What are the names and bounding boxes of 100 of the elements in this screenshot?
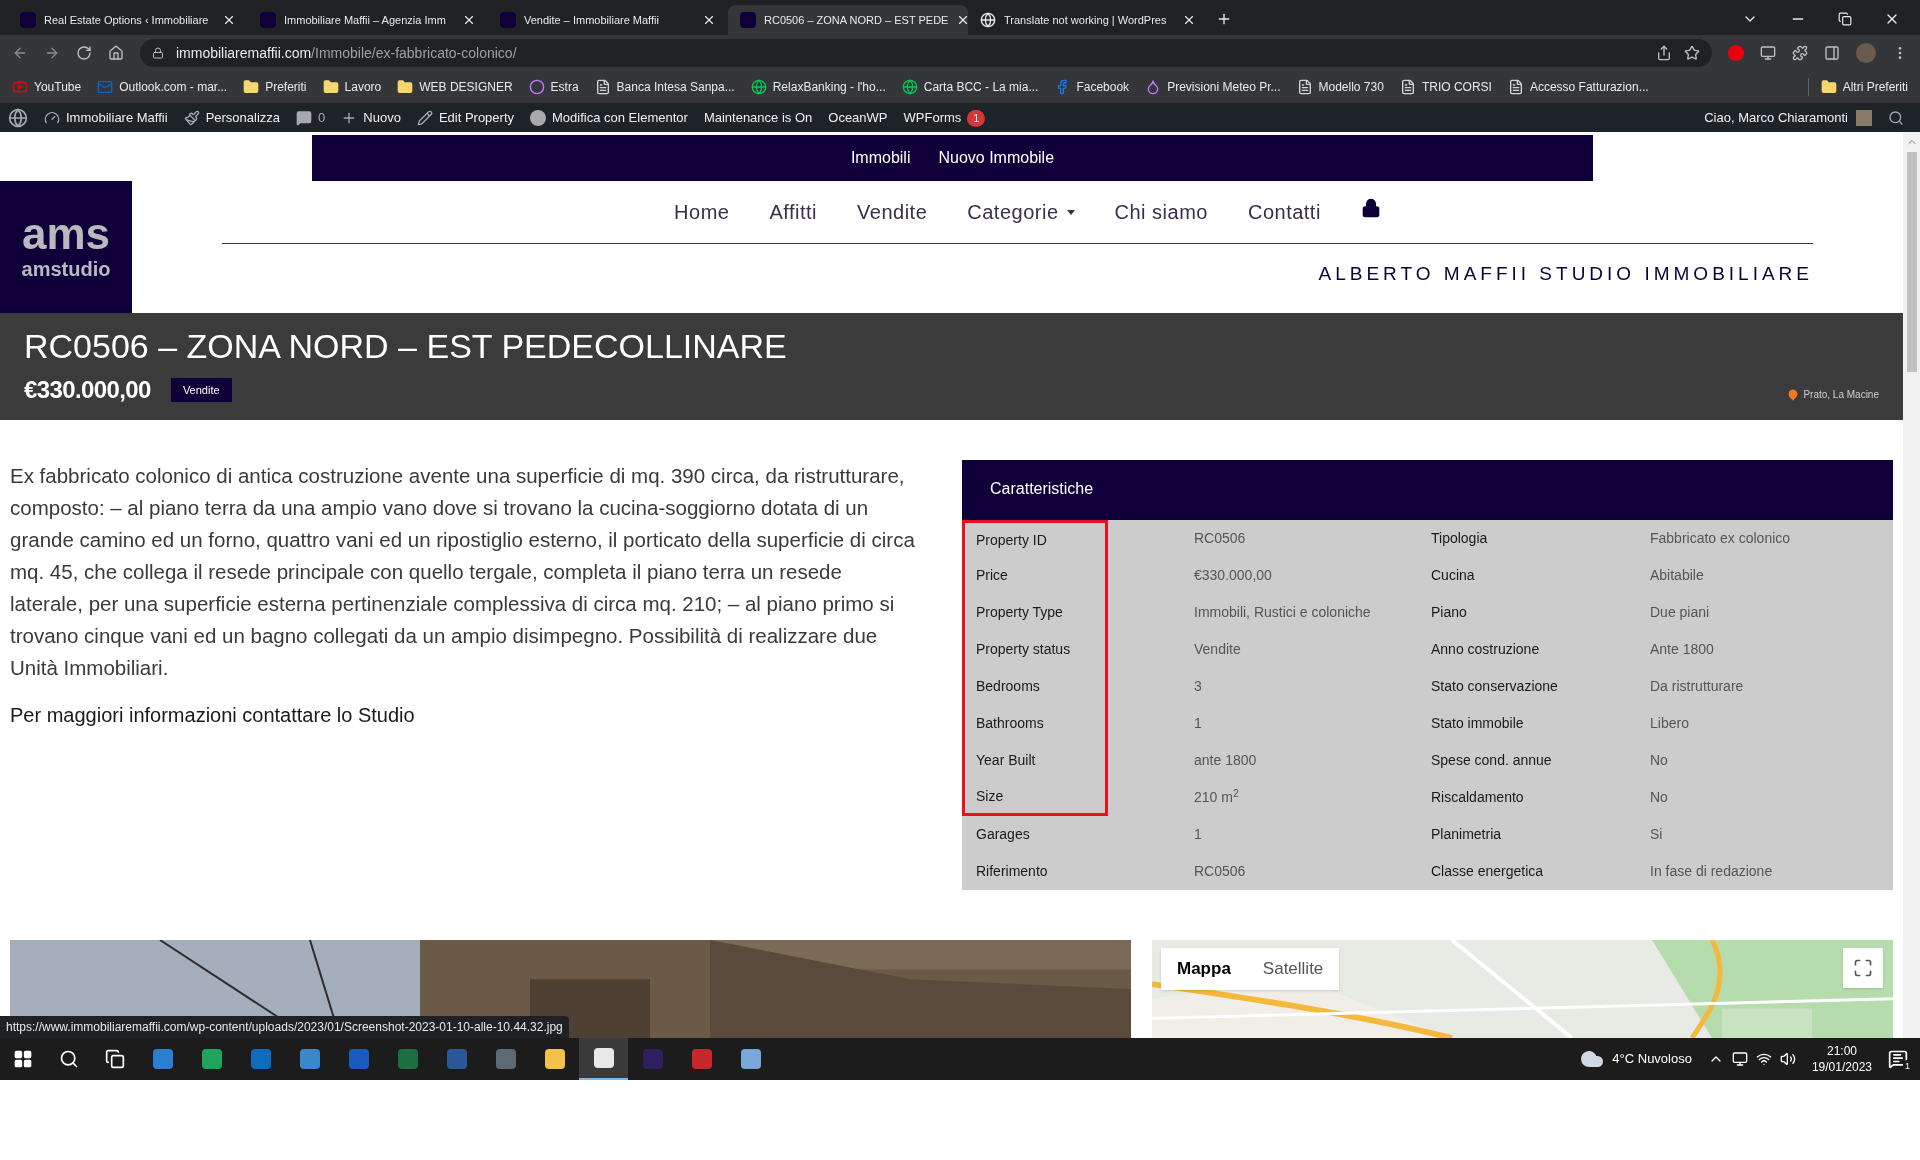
- bookmark[interactable]: Banca Intesa Sanpa...: [594, 78, 735, 96]
- extensions-icon[interactable]: [1792, 45, 1808, 61]
- close-icon[interactable]: [222, 13, 236, 27]
- close-icon[interactable]: [702, 13, 716, 27]
- globe-icon: [901, 79, 918, 95]
- admin-link[interactable]: Personalizza: [183, 108, 281, 128]
- feature-label: Classe energetica: [1431, 862, 1545, 881]
- lock-icon: [152, 47, 164, 59]
- lock-icon[interactable]: [1360, 198, 1381, 218]
- cast-icon[interactable]: [1760, 45, 1776, 61]
- bookmark[interactable]: Estra: [528, 78, 579, 96]
- bookmark[interactable]: Facebook: [1054, 78, 1130, 96]
- nav-link[interactable]: Affitti: [769, 197, 818, 227]
- admin-link[interactable]: WPForms: [903, 108, 962, 128]
- admin-link[interactable]: Nuovo: [341, 108, 401, 128]
- feature-label: Anno costruzione: [1431, 640, 1541, 659]
- extension-icon[interactable]: [1728, 45, 1744, 61]
- bookmark[interactable]: TRIO CORSI: [1399, 78, 1492, 96]
- scrollbar-thumb[interactable]: [1906, 152, 1917, 372]
- folder-icon: [397, 79, 414, 95]
- close-icon[interactable]: [1182, 13, 1196, 27]
- address-field[interactable]: immobiliaremaffii.com/Immobile/ex-fabbricato-colonico/: [140, 39, 1712, 67]
- nav-link[interactable]: Contatti: [1247, 197, 1321, 227]
- browser-tab[interactable]: RC0506 – ZONA NORD – EST PEDE: [728, 5, 968, 35]
- restore-icon[interactable]: [1838, 12, 1852, 26]
- feature-label: Price: [976, 566, 1008, 585]
- browser-tab[interactable]: Translate not working | WordPres: [968, 5, 1208, 35]
- admin-link[interactable]: Modifica con Elementor: [530, 108, 688, 128]
- panel-tab[interactable]: Caratteristiche: [962, 460, 1122, 520]
- tagline: ALBERTO MAFFII STUDIO IMMOBILIARE: [1318, 262, 1813, 286]
- browser-tab[interactable]: Vendite – Immobiliare Maffii: [488, 5, 728, 35]
- feature-label: Stato immobile: [1431, 714, 1525, 733]
- taskbar-app-icon[interactable]: [579, 1038, 628, 1080]
- bookmark[interactable]: Modello 730: [1296, 78, 1384, 96]
- admin-link[interactable]: Immobiliare Maffii: [44, 108, 168, 128]
- feature-value: 1: [1194, 825, 1203, 844]
- star-icon[interactable]: [1684, 45, 1700, 61]
- bookmark[interactable]: Carta BCC - La mia...: [901, 78, 1039, 96]
- reload-icon[interactable]: [76, 45, 92, 61]
- clock[interactable]: 21:00 19/01/2023: [1811, 1043, 1872, 1075]
- side-panel-icon[interactable]: [1824, 45, 1840, 61]
- map-type-button[interactable]: Satellite: [1246, 948, 1340, 990]
- admin-link[interactable]: 0: [296, 108, 326, 128]
- admin-link[interactable]: OceanWP: [828, 108, 888, 128]
- home-icon[interactable]: [108, 45, 124, 61]
- bookmark[interactable]: Accesso Fatturazion...: [1507, 78, 1649, 96]
- search-icon[interactable]: [59, 1049, 79, 1069]
- bookmark[interactable]: RelaxBanking - l'ho...: [750, 78, 886, 96]
- start-icon[interactable]: [13, 1049, 33, 1069]
- feature-value: In fase di redazione: [1650, 862, 1773, 881]
- admin-link[interactable]: Edit Property: [416, 108, 515, 128]
- new-tab-icon[interactable]: [1216, 11, 1232, 27]
- feature-value: No: [1650, 751, 1668, 770]
- scrollbar[interactable]: [1903, 132, 1920, 1038]
- nav-link[interactable]: Vendite: [857, 197, 928, 227]
- browser-tab[interactable]: Immobiliare Maffii – Agenzia Imm: [248, 5, 488, 35]
- bookmark[interactable]: WEB DESIGNER: [397, 78, 513, 96]
- map-type-button[interactable]: Mappa: [1161, 948, 1247, 990]
- bookmark[interactable]: Preferiti: [243, 78, 307, 96]
- browser-tab[interactable]: Real Estate Options ‹ Immobiliare: [8, 5, 248, 35]
- feature-value: Da ristrutturare: [1650, 677, 1744, 696]
- volume-icon[interactable]: [1779, 1051, 1796, 1067]
- nav-link[interactable]: Chi siamo: [1114, 197, 1208, 227]
- tab-title: RC0506 – ZONA NORD – EST PEDE: [764, 12, 949, 28]
- logo[interactable]: ams amstudio: [0, 181, 132, 313]
- bookmark[interactable]: Previsioni Meteo Pr...: [1145, 78, 1281, 96]
- folder-icon: [322, 79, 339, 95]
- feature-value: Vendite: [1194, 640, 1242, 659]
- feature-value: €330.000,00: [1194, 566, 1273, 585]
- feature-label: Garages: [976, 825, 1030, 844]
- admin-link[interactable]: Maintenance is On: [703, 108, 813, 128]
- network-icon[interactable]: [1755, 1051, 1772, 1067]
- video-icon: [12, 79, 28, 95]
- feature-label: Piano: [1431, 603, 1468, 622]
- menu-link[interactable]: Immobili: [850, 146, 911, 170]
- bookmark-folder[interactable]: Altri Preferiti: [1807, 78, 1908, 96]
- back-icon[interactable]: [12, 45, 28, 61]
- site-icon: [260, 12, 276, 28]
- forward-icon[interactable]: [44, 45, 60, 61]
- menu-link[interactable]: Nuovo Immobile: [938, 146, 1055, 170]
- task-view-icon[interactable]: [105, 1049, 125, 1069]
- property-title: RC0506 – ZONA NORD – EST PEDECOLLINARE: [24, 326, 787, 366]
- document-icon: [1296, 79, 1313, 95]
- bookmark[interactable]: Outlook.com - mar...: [97, 78, 228, 96]
- notifications-icon[interactable]: [1888, 1049, 1908, 1069]
- nav-link[interactable]: Home: [674, 197, 730, 227]
- weather-text[interactable]: 4°C Nuvoloso: [1612, 1049, 1692, 1069]
- greeting[interactable]: Ciao, Marco Chiaramonti: [1704, 108, 1848, 128]
- close-icon[interactable]: [462, 13, 476, 27]
- feature-value: RC0506: [1194, 529, 1247, 548]
- wordpress-icon[interactable]: [8, 108, 28, 128]
- search-icon[interactable]: [1888, 110, 1904, 126]
- fullscreen-button[interactable]: [1843, 948, 1883, 988]
- feature-label: Stato conservazione: [1431, 677, 1559, 696]
- bookmark[interactable]: Lavoro: [322, 78, 382, 96]
- share-icon[interactable]: [1656, 45, 1672, 61]
- feature-value: Libero: [1650, 714, 1689, 733]
- bookmark[interactable]: YouTube: [12, 78, 82, 96]
- pin-icon: [1787, 388, 1800, 401]
- nav-link[interactable]: Categorie: [967, 197, 1075, 227]
